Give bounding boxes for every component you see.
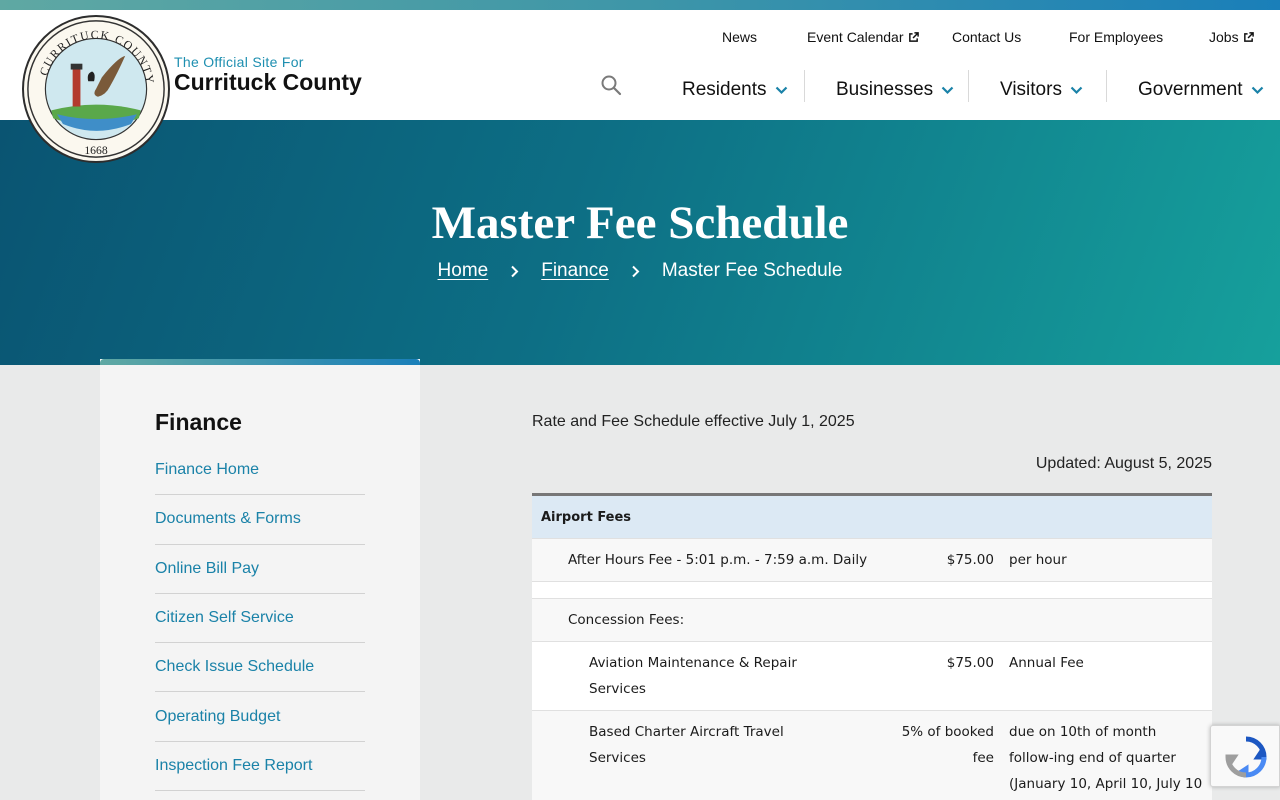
chevron-down-icon [775, 86, 787, 94]
row-unit: due on 10th of month follow-ing end of q… [1009, 724, 1203, 792]
nav-businesses[interactable]: Businesses [836, 70, 954, 110]
sidebar-item-operating-budget[interactable]: Operating Budget [155, 708, 280, 726]
util-link-contact-us[interactable]: Contact Us [952, 29, 1021, 45]
util-link-label: Jobs [1209, 29, 1239, 45]
row-unit: per hour [1009, 552, 1067, 568]
sidebar-item: Online Bill Pay [155, 545, 365, 594]
table-row: After Hours Fee - 5:01 p.m. - 7:59 a.m. … [532, 539, 1212, 582]
sidebar-item-documents-forms[interactable]: Documents & Forms [155, 510, 301, 528]
util-link-jobs[interactable]: Jobs [1209, 29, 1254, 45]
chevron-right-icon [511, 265, 519, 277]
sidebar-title: Finance [155, 409, 242, 435]
util-link-label: Contact Us [952, 29, 1022, 45]
chevron-right-icon [632, 265, 640, 277]
sidebar-item-citizen-self-service[interactable]: Citizen Self Service [155, 609, 294, 627]
sidebar: Finance Finance Home Documents & Forms O… [100, 359, 420, 800]
recaptcha-icon [1225, 736, 1267, 778]
county-seal-logo[interactable]: CURRITUCK COUNTY 1668 [22, 15, 170, 163]
row-description: Based Charter Aircraft Travel Services [589, 724, 784, 766]
recaptcha-badge[interactable] [1210, 725, 1280, 787]
util-link-label: For Employees [1069, 29, 1164, 45]
sidebar-item: Citizen Self Service [155, 594, 365, 644]
chevron-down-icon [1251, 86, 1263, 94]
external-link-icon [1243, 31, 1254, 42]
seal-graphic: CURRITUCK COUNTY 1668 [27, 20, 165, 158]
nav-divider [1106, 70, 1107, 102]
table-row: Aviation Maintenance & Repair Services $… [532, 642, 1212, 711]
main-nav: Residents Businesses Visitors Government [0, 70, 1280, 110]
table-row: Concession Fees: [532, 599, 1212, 642]
nav-government[interactable]: Government [1138, 70, 1264, 110]
section-title: Airport Fees [541, 510, 632, 525]
effective-date-text: Rate and Fee Schedule effective July 1, … [532, 413, 855, 430]
sidebar-item: Operating Budget [155, 692, 365, 742]
util-link-for-employees[interactable]: For Employees [1069, 29, 1163, 45]
table-row: Based Charter Aircraft Travel Services 5… [532, 711, 1212, 800]
chevron-down-icon [941, 86, 954, 94]
top-accent-strip [0, 0, 1280, 10]
row-description: Concession Fees: [568, 612, 685, 628]
site-header: CURRITUCK COUNTY 1668 The Official Site … [0, 10, 1280, 163]
breadcrumb-home[interactable]: Home [438, 260, 489, 282]
table-section-header: Airport Fees [532, 496, 1212, 539]
row-description: Aviation Maintenance & Repair Services [589, 655, 797, 697]
sidebar-item-check-issue-schedule[interactable]: Check Issue Schedule [155, 658, 314, 676]
sidebar-nav: Finance Home Documents & Forms Online Bi… [155, 446, 365, 792]
nav-divider [804, 70, 805, 102]
util-link-label: News [722, 29, 758, 45]
util-link-news[interactable]: News [722, 29, 757, 45]
breadcrumb-finance[interactable]: Finance [541, 260, 609, 282]
breadcrumb: Home Finance Master Fee Schedule [0, 260, 1280, 282]
sidebar-item: Finance Home [155, 446, 365, 496]
sidebar-item-inspection-fee-report[interactable]: Inspection Fee Report [155, 757, 312, 775]
nav-label: Residents [682, 79, 767, 100]
sidebar-accent-bar [100, 359, 420, 365]
sidebar-item: Inspection Fee Report [155, 742, 365, 792]
row-description: After Hours Fee - 5:01 p.m. - 7:59 a.m. … [568, 552, 868, 568]
util-link-event-calendar[interactable]: Event Calendar [807, 29, 919, 45]
seal-year: 1668 [84, 144, 107, 157]
updated-date-text: Updated: August 5, 2025 [1035, 455, 1212, 472]
nav-label: Visitors [1000, 79, 1062, 100]
sidebar-item-finance-home[interactable]: Finance Home [155, 461, 259, 479]
breadcrumb-current: Master Fee Schedule [661, 260, 843, 281]
nav-label: Businesses [836, 79, 934, 100]
utility-nav: News Event Calendar Contact Us For Emplo… [0, 29, 1280, 49]
nav-visitors[interactable]: Visitors [1000, 70, 1083, 110]
nav-divider [968, 70, 969, 102]
row-amount: 5% of booked fee [901, 724, 994, 766]
row-amount: $75.00 [946, 552, 994, 568]
row-unit: Annual Fee [1009, 655, 1084, 671]
table-spacer-row [532, 582, 1212, 599]
nav-label: Government [1138, 79, 1243, 100]
fee-table: Airport Fees After Hours Fee - 5:01 p.m.… [532, 493, 1212, 800]
nav-residents[interactable]: Residents [682, 70, 788, 110]
chevron-down-icon [1070, 86, 1083, 94]
page-title: Master Fee Schedule [431, 197, 849, 249]
row-amount: $75.00 [946, 655, 994, 671]
sidebar-item-online-bill-pay[interactable]: Online Bill Pay [155, 560, 259, 578]
sidebar-item: Documents & Forms [155, 495, 365, 545]
sidebar-item: Check Issue Schedule [155, 643, 365, 693]
util-link-label: Event Calendar [807, 29, 904, 45]
external-link-icon [908, 31, 919, 42]
site-tagline: The Official Site For [174, 54, 304, 70]
page-hero: Master Fee Schedule Home Finance Master … [0, 120, 1280, 365]
